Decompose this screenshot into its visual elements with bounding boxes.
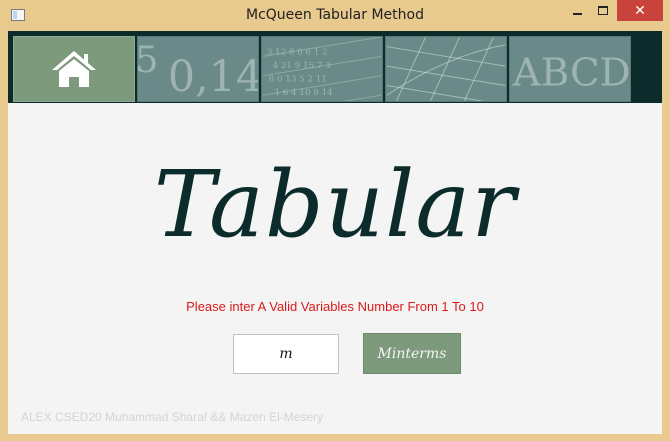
minimize-icon bbox=[572, 12, 582, 15]
window-titlebar[interactable]: McQueen Tabular Method ✕ bbox=[0, 0, 670, 31]
svg-text:ABCD: ABCD bbox=[512, 50, 630, 95]
svg-text:1 6 4 10 9 14: 1 6 4 10 9 14 bbox=[274, 88, 333, 98]
variables-number-input[interactable] bbox=[233, 334, 339, 374]
graph-paper-icon bbox=[386, 37, 506, 101]
maximize-icon bbox=[598, 6, 608, 15]
svg-text:4 21 9 15 7 3: 4 21 9 15 7 3 bbox=[273, 61, 331, 71]
page-heading: Tabular bbox=[153, 151, 517, 258]
svg-text:8 0 13 5 2 11: 8 0 13 5 2 11 bbox=[269, 75, 327, 85]
minimize-button[interactable] bbox=[566, 0, 588, 21]
error-message: Please inter A Valid Variables Number Fr… bbox=[186, 299, 484, 314]
grid-numbers-icon: 3 12 8 0 6 1 2 4 21 9 15 7 3 8 0 13 5 2 … bbox=[262, 37, 382, 101]
svg-text:5: 5 bbox=[138, 38, 158, 81]
maximize-button[interactable] bbox=[592, 0, 614, 21]
nav-numbers-tile[interactable]: 0,14 5 bbox=[137, 36, 259, 102]
home-icon bbox=[52, 51, 96, 87]
letters-art-icon: ABCD bbox=[512, 50, 630, 95]
app-content: 0,14 5 3 12 8 0 6 1 2 4 21 9 15 7 3 8 0 … bbox=[8, 31, 662, 434]
nav-graph-paper-tile[interactable] bbox=[385, 36, 507, 102]
close-icon: ✕ bbox=[634, 2, 646, 19]
minterms-button[interactable]: Minterms bbox=[363, 333, 461, 374]
nav-home-tile[interactable] bbox=[13, 36, 135, 102]
svg-text:0,14: 0,14 bbox=[168, 52, 258, 101]
navigation-bar: 0,14 5 3 12 8 0 6 1 2 4 21 9 15 7 3 8 0 … bbox=[8, 31, 662, 103]
footer-credit: ALEX CSED20 Muhammad Sharaf && Mazen El-… bbox=[21, 410, 324, 424]
numbers-art-icon: 0,14 5 bbox=[138, 38, 258, 101]
svg-text:3 12 8 0 6 1 2: 3 12 8 0 6 1 2 bbox=[267, 47, 328, 57]
close-button[interactable]: ✕ bbox=[617, 0, 663, 21]
nav-grid-numbers-tile[interactable]: 3 12 8 0 6 1 2 4 21 9 15 7 3 8 0 13 5 2 … bbox=[261, 36, 383, 102]
nav-letters-tile[interactable]: ABCD bbox=[509, 36, 631, 102]
